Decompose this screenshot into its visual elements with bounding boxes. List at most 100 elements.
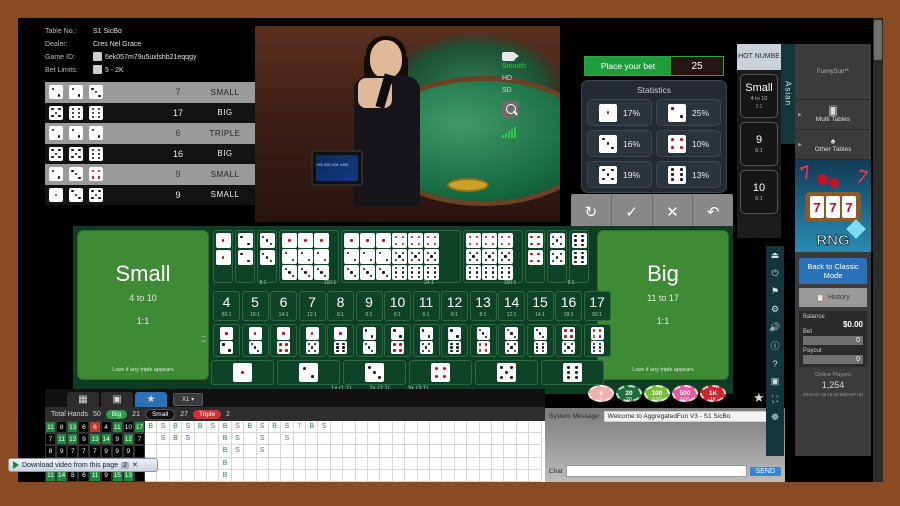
- bet-single-1[interactable]: [211, 360, 274, 385]
- bet-total-12[interactable]: 12 6:1: [441, 291, 468, 321]
- tab-big-road[interactable]: ▣: [101, 392, 133, 407]
- bet-total-8[interactable]: 8 8:1: [327, 291, 354, 321]
- bet-total-9[interactable]: 9 6:1: [355, 291, 383, 321]
- hot-numbers-panel: HOT NUMBE Small 4 to 10 1:1 9 6:1 10 6:1: [737, 44, 781, 238]
- bet-pair-2-5[interactable]: [412, 324, 440, 357]
- bet-cell[interactable]: [279, 230, 339, 283]
- bet-value: 0: [803, 336, 863, 345]
- scrollbar-thumb[interactable]: [874, 20, 882, 60]
- hot-number-cell-1[interactable]: 9 6:1: [740, 122, 778, 166]
- settings-icon[interactable]: ☸: [770, 412, 781, 423]
- history-button[interactable]: 📋 History: [799, 288, 867, 307]
- bet-cell[interactable]: [525, 230, 545, 283]
- bet-single-5[interactable]: [475, 360, 538, 385]
- info-icon[interactable]: ⓘ: [770, 340, 781, 351]
- chip-100[interactable]: 100 100: [644, 384, 670, 403]
- image-icon[interactable]: ▣: [770, 376, 781, 387]
- live-video-stream[interactable]: +63 906 528 4455 Smooth HD SD: [255, 26, 560, 222]
- bet-pair-2-3[interactable]: [355, 324, 383, 357]
- bet-single-3[interactable]: [343, 360, 406, 385]
- bet-cell[interactable]: [569, 230, 589, 283]
- bet-total-16[interactable]: 16 18:1: [555, 291, 582, 321]
- magnifier-icon[interactable]: [502, 101, 519, 118]
- bet-cell[interactable]: [235, 230, 255, 283]
- multi-tables-button[interactable]: ▶ 🂠 Multi Tables: [795, 100, 871, 130]
- bet-pair-1-2[interactable]: [213, 324, 240, 357]
- quality-sd[interactable]: SD: [502, 85, 526, 97]
- favorite-chip-icon[interactable]: ★: [753, 390, 765, 406]
- camera-icon[interactable]: [502, 52, 519, 61]
- chat-input[interactable]: [565, 465, 747, 477]
- history-result: BIG: [217, 149, 233, 159]
- stat-percent: 16%: [622, 138, 640, 149]
- hot-number-cell-2[interactable]: 10 6:1: [740, 170, 778, 214]
- bet-total-5[interactable]: 5 18:1: [241, 291, 269, 321]
- chip-20[interactable]: 20 20: [616, 384, 642, 403]
- quality-smooth[interactable]: Smooth: [502, 61, 526, 73]
- tab-bead-road[interactable]: ▦: [67, 392, 99, 407]
- seven-glyph: 7: [854, 165, 870, 189]
- bet-total-7[interactable]: 7 12:1: [298, 291, 326, 321]
- bet-pair-3-5[interactable]: [498, 324, 525, 357]
- gear-icon[interactable]: ⚙: [770, 304, 781, 315]
- bet-total-15[interactable]: 15 14:1: [526, 291, 554, 321]
- bet-total-17[interactable]: 17 50:1: [583, 291, 611, 321]
- bet-pair-3-4[interactable]: [469, 324, 497, 357]
- bet-pair-1-3[interactable]: [241, 324, 269, 357]
- fullscreen-icon[interactable]: ⛶: [770, 394, 781, 405]
- undo-button[interactable]: ↶: [693, 194, 733, 229]
- volume-icon[interactable]: 🔊: [769, 322, 780, 333]
- bet-total-10[interactable]: 10 6:1: [384, 291, 411, 321]
- hot-number-cell-0[interactable]: Small 4 to 10 1:1: [740, 74, 778, 118]
- power-icon[interactable]: ⏻: [770, 268, 781, 279]
- bet-pair-3-6[interactable]: [526, 324, 554, 357]
- bet-pair-2-4[interactable]: [384, 324, 411, 357]
- bet-pair-1-6[interactable]: [327, 324, 354, 357]
- download-video-bar[interactable]: Download video from this page 2 ✕: [8, 458, 158, 472]
- cancel-button[interactable]: ✕: [653, 194, 694, 229]
- number-road-cell: 6: [78, 421, 90, 434]
- bet-total-14[interactable]: 14 12:1: [498, 291, 525, 321]
- bet-cell[interactable]: [257, 230, 277, 283]
- die-face-1: [334, 327, 347, 340]
- bet-small[interactable]: Small 4 to 10 1:1 Lose if any triple app…: [77, 230, 209, 380]
- bet-pair-2-6[interactable]: [441, 324, 468, 357]
- bet-total-6[interactable]: 6 14:1: [270, 291, 297, 321]
- bet-cell[interactable]: [463, 230, 523, 283]
- other-tables-button[interactable]: ▶ ♠ Other Tables: [795, 130, 871, 160]
- page-scrollbar[interactable]: [873, 18, 883, 482]
- bet-single-4[interactable]: [409, 360, 472, 385]
- chip-1K[interactable]: 1K 1K: [700, 384, 726, 403]
- exit-icon[interactable]: ⏏: [770, 250, 781, 261]
- bet-pair-4-5[interactable]: [555, 324, 582, 357]
- die-face-1: [277, 327, 290, 340]
- bet-pair-1-5[interactable]: [298, 324, 326, 357]
- bet-total-4[interactable]: 4 50:1: [213, 291, 240, 321]
- rng-promo-banner[interactable]: 7 7 7 7 7 RNG: [795, 160, 871, 252]
- quality-hd[interactable]: HD: [502, 73, 526, 85]
- history-total: 6: [175, 128, 181, 139]
- repeat-button[interactable]: ↻: [571, 194, 612, 229]
- bet-cell[interactable]: [547, 230, 567, 283]
- asian-tab[interactable]: Asian: [781, 44, 795, 144]
- bet-total-11[interactable]: 11 6:1: [412, 291, 440, 321]
- tab-favorite[interactable]: ★: [135, 392, 167, 407]
- copy-icon[interactable]: [93, 52, 102, 61]
- help-icon[interactable]: ?: [770, 358, 781, 369]
- bet-big[interactable]: Big 11 to 17 1:1 Lose if any triple appe…: [597, 230, 729, 380]
- bet-pair-1-4[interactable]: [270, 324, 297, 357]
- back-to-classic-button[interactable]: Back to Classic Mode: [799, 258, 867, 284]
- chip-500[interactable]: 500 500: [672, 384, 698, 403]
- roadmap-zoom-select[interactable]: X1 ▾: [173, 393, 203, 406]
- send-button[interactable]: SEND: [749, 466, 781, 476]
- total-payout: 12:1: [307, 312, 317, 318]
- bet-cell[interactable]: [213, 230, 233, 283]
- confirm-button[interactable]: ✓: [612, 194, 653, 229]
- bookmark-icon[interactable]: ⚑: [770, 286, 781, 297]
- bet-total-13[interactable]: 13 8:1: [469, 291, 497, 321]
- bet-cell[interactable]: [341, 230, 461, 283]
- chip-5[interactable]: 55: [588, 384, 614, 403]
- hot-sub: 6:1: [755, 196, 763, 202]
- close-icon[interactable]: ✕: [132, 461, 138, 469]
- bet-single-2[interactable]: [277, 360, 340, 385]
